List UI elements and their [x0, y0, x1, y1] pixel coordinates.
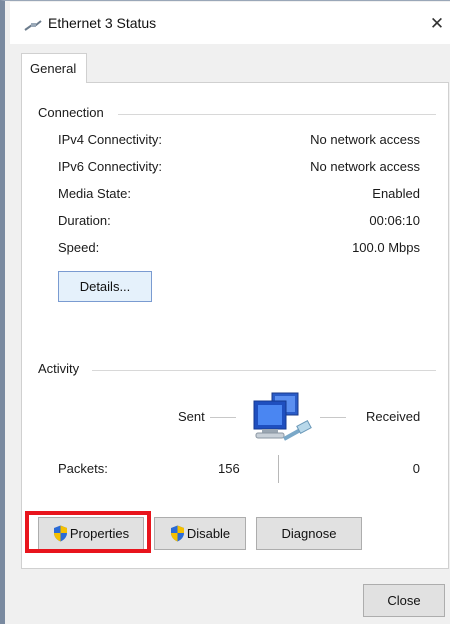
window-title: Ethernet 3 Status [48, 15, 157, 31]
ipv4-label: IPv4 Connectivity: [58, 132, 163, 147]
connection-divider [118, 114, 436, 115]
sent-line [210, 417, 236, 418]
activity-divider [92, 370, 436, 371]
network-cable-icon [24, 20, 42, 31]
title-bar: Ethernet 3 Status ✕ [10, 2, 450, 44]
network-computers-icon [253, 392, 312, 441]
media-state-label: Media State: [58, 186, 131, 201]
general-panel: Connection IPv4 Connectivity: No network… [21, 82, 449, 569]
media-state-value: Enabled [372, 186, 420, 201]
duration-label: Duration: [58, 213, 111, 228]
sent-label: Sent [178, 409, 205, 424]
disable-button[interactable]: Disable [154, 517, 246, 550]
disable-button-label: Disable [186, 526, 231, 541]
properties-button[interactable]: Properties [38, 517, 144, 550]
ipv6-value: No network access [310, 159, 420, 174]
uac-shield-icon [170, 525, 184, 542]
details-button[interactable]: Details... [58, 271, 152, 302]
speed-label: Speed: [58, 240, 100, 255]
close-button[interactable]: Close [363, 584, 445, 617]
packets-received-value: 0 [412, 461, 420, 476]
uac-shield-icon [53, 525, 67, 542]
duration-value: 00:06:10 [369, 213, 420, 228]
connection-section-label: Connection [38, 105, 112, 120]
packets-sent-value: 156 [218, 461, 240, 476]
packets-separator [278, 455, 279, 483]
speed-value: 100.0 Mbps [352, 240, 420, 255]
tab-general[interactable]: General [21, 53, 87, 83]
properties-button-label: Properties [69, 526, 130, 541]
tab-general-label: General [30, 61, 77, 76]
ipv6-label: IPv6 Connectivity: [58, 159, 163, 174]
received-label: Received [366, 409, 421, 424]
received-line [320, 417, 346, 418]
ethernet-status-window: Ethernet 3 Status ✕ General Connection I… [0, 0, 450, 624]
packets-label: Packets: [58, 461, 108, 476]
diagnose-button[interactable]: Diagnose [256, 517, 362, 550]
ipv4-value: No network access [310, 132, 420, 147]
close-icon[interactable]: ✕ [423, 10, 450, 38]
activity-section-label: Activity [38, 361, 88, 376]
